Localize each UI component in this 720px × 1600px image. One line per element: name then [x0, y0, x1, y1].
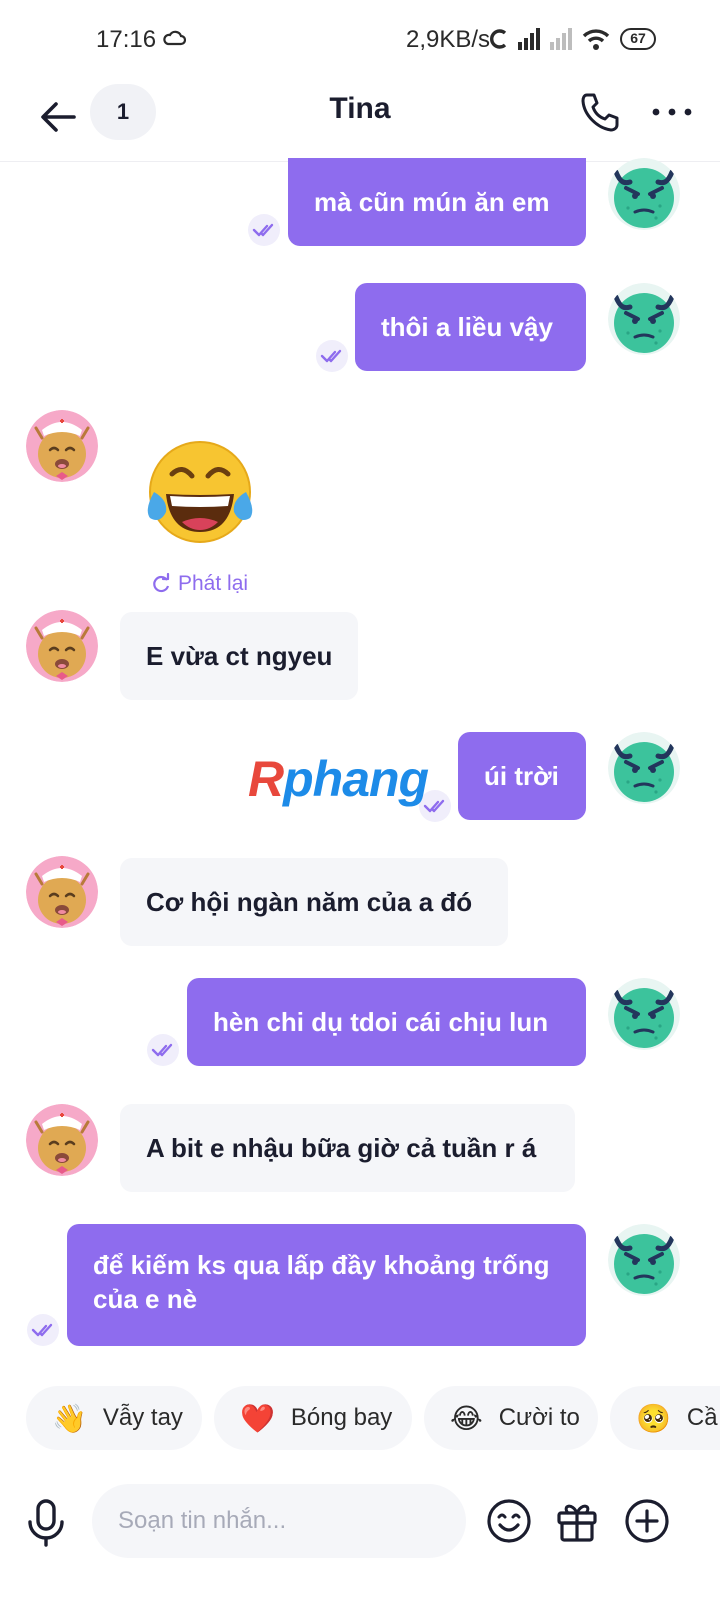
- avatar-contact[interactable]: [26, 610, 98, 682]
- back-arrow-icon[interactable]: [36, 95, 80, 139]
- hd-icon: [490, 29, 507, 49]
- watermark-logo: Rphang: [248, 751, 429, 807]
- message-input[interactable]: [92, 1484, 466, 1558]
- chip-label: Cầ: [686, 1404, 718, 1431]
- status-time: 17:16: [96, 26, 157, 53]
- message-composer: [0, 1478, 720, 1568]
- phone-icon[interactable]: [578, 90, 622, 134]
- quick-reply-chip[interactable]: 👋 Vẫy tay: [26, 1386, 202, 1450]
- mic-icon[interactable]: [24, 1498, 68, 1548]
- message-bubble-out[interactable]: úi trời: [458, 732, 586, 820]
- quick-reply-chip[interactable]: 😂 Cười to: [424, 1386, 598, 1450]
- chat-header: 1 Tina: [0, 80, 720, 162]
- waving-hand-icon: 👋: [52, 1402, 87, 1434]
- signal-2-icon: [550, 28, 572, 50]
- seen-check-icon: [248, 214, 280, 246]
- replay-label: Phát lại: [178, 572, 249, 595]
- sticker-icon[interactable]: [486, 1498, 532, 1544]
- avatar-contact[interactable]: [26, 1104, 98, 1176]
- laughing-tears-emoji-icon[interactable]: [140, 434, 260, 554]
- status-net-speed: 2,9KB/s: [406, 26, 491, 53]
- message-bubble-out[interactable]: thôi a liều vậy: [355, 283, 586, 371]
- message-text: Cơ hội ngàn năm của a đó: [146, 886, 473, 917]
- message-bubble-in[interactable]: E vừa ct ngyeu: [120, 612, 358, 700]
- seen-check-icon: [147, 1034, 179, 1066]
- chat-title[interactable]: Tina: [260, 92, 460, 126]
- avatar-self[interactable]: [608, 1224, 680, 1296]
- chip-label: Bóng bay: [290, 1404, 393, 1431]
- seen-check-icon: [27, 1314, 59, 1346]
- battery-icon: 67: [620, 28, 656, 50]
- heart-icon: ❤️: [240, 1402, 275, 1434]
- quick-reply-chip[interactable]: 🥺 Cầ: [610, 1386, 720, 1450]
- wifi-icon: [582, 29, 610, 50]
- avatar-self[interactable]: [608, 732, 680, 804]
- laughing-tears-icon: 😂: [450, 1402, 483, 1434]
- message-text: úi trời: [484, 760, 559, 791]
- message-text: mà cũn mún ăn em: [314, 186, 550, 217]
- replay-icon: [153, 573, 170, 593]
- message-bubble-out[interactable]: để kiếm ks qua lấp đầy khoảng trống của …: [67, 1224, 586, 1346]
- signal-icon: [518, 28, 540, 50]
- more-icon[interactable]: [650, 90, 694, 134]
- pleading-face-icon: 🥺: [636, 1402, 671, 1434]
- message-text: A bit e nhậu bữa giờ cả tuần r á: [146, 1132, 537, 1163]
- message-bubble-in[interactable]: A bit e nhậu bữa giờ cả tuần r á: [120, 1104, 575, 1192]
- message-text: E vừa ct ngyeu: [146, 640, 333, 671]
- gift-icon[interactable]: [554, 1498, 600, 1544]
- avatar-self[interactable]: [608, 283, 680, 355]
- avatar-contact[interactable]: [26, 410, 98, 482]
- message-bubble-out[interactable]: mà cũn mún ăn em: [288, 158, 586, 246]
- seen-check-icon: [316, 340, 348, 372]
- message-bubble-in[interactable]: Cơ hội ngàn năm của a đó: [120, 858, 508, 946]
- message-text: thôi a liều vậy: [381, 311, 553, 342]
- quick-reply-chip[interactable]: ❤️ Bóng bay: [214, 1386, 412, 1450]
- status-bar: 17:16 2,9KB/s 67: [0, 0, 720, 80]
- message-text: để kiếm ks qua lấp đầy khoảng trống của …: [93, 1250, 550, 1314]
- message-text: hèn chi dụ tdoi cái chịu lun: [213, 1006, 549, 1037]
- replay-button[interactable]: Phát lại: [150, 572, 248, 596]
- avatar-self[interactable]: [608, 978, 680, 1050]
- plus-icon[interactable]: [624, 1498, 670, 1544]
- cloud-icon: [163, 30, 186, 46]
- chip-label: Cười to: [498, 1404, 580, 1431]
- message-bubble-out[interactable]: hèn chi dụ tdoi cái chịu lun: [187, 978, 586, 1066]
- avatar-self[interactable]: [608, 158, 680, 230]
- chip-label: Vẫy tay: [102, 1404, 183, 1431]
- avatar-contact[interactable]: [26, 856, 98, 928]
- quick-reply-bar: 👋 Vẫy tay ❤️ Bóng bay 😂 Cười to 🥺 Cầ: [0, 1386, 720, 1452]
- unread-count-badge[interactable]: 1: [90, 84, 156, 140]
